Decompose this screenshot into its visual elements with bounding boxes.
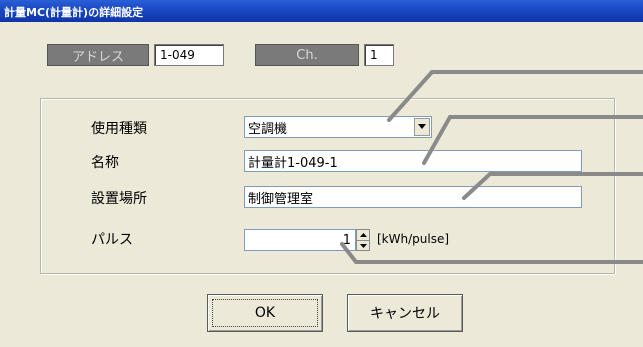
leader-line-pulse	[340, 242, 643, 264]
dialog-window: 計量MC(計量計)の詳細設定 アドレス 1-049 Ch. 1 使用種類 空調機…	[0, 0, 643, 347]
leader-line-location	[462, 172, 643, 200]
callout-leader-lines	[340, 70, 643, 264]
leader-line-name	[422, 115, 643, 165]
leader-line-usage	[387, 70, 643, 122]
